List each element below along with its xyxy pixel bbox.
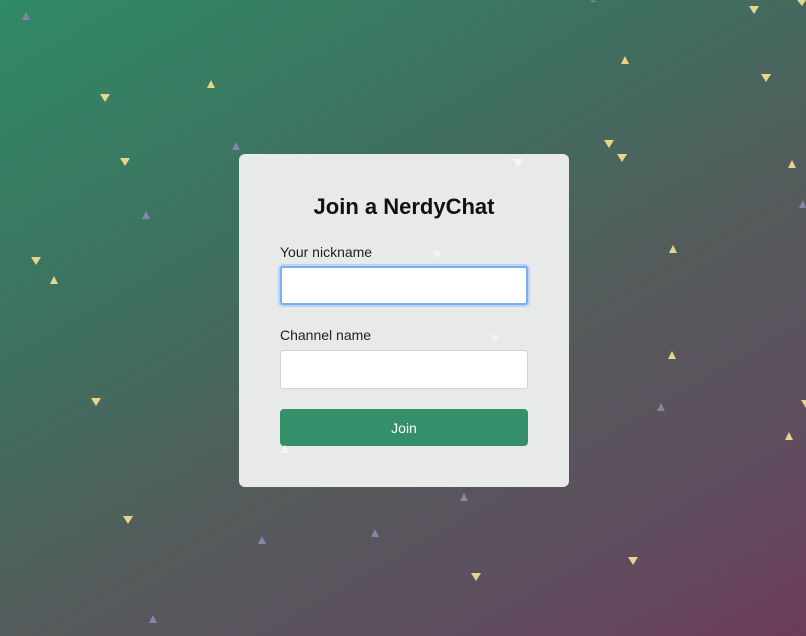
triangle-icon bbox=[232, 142, 240, 150]
triangle-icon bbox=[669, 245, 677, 253]
channel-label: Channel name bbox=[280, 327, 372, 343]
triangle-icon bbox=[617, 154, 627, 162]
triangle-icon bbox=[281, 445, 289, 453]
triangle-icon bbox=[371, 529, 379, 537]
page-title: Join a NerdyChat bbox=[313, 194, 495, 219]
triangle-icon bbox=[628, 557, 638, 565]
triangle-icon bbox=[589, 0, 597, 2]
triangle-icon bbox=[31, 257, 41, 265]
triangle-icon bbox=[657, 403, 665, 411]
join-card: Join a NerdyChat Your nickname Channel n… bbox=[239, 154, 569, 487]
triangle-icon bbox=[123, 516, 133, 524]
triangle-icon bbox=[142, 211, 150, 219]
triangle-icon bbox=[149, 615, 157, 623]
triangle-icon bbox=[801, 400, 806, 408]
join-button[interactable]: Join bbox=[280, 409, 528, 446]
triangle-icon bbox=[785, 432, 793, 440]
triangle-icon bbox=[621, 56, 629, 64]
triangle-icon bbox=[120, 158, 130, 166]
triangle-icon bbox=[799, 200, 806, 208]
nickname-input[interactable] bbox=[280, 266, 528, 305]
triangle-icon bbox=[749, 6, 759, 14]
triangle-icon bbox=[788, 160, 796, 168]
nickname-label: Your nickname bbox=[280, 244, 373, 260]
triangle-icon bbox=[100, 94, 110, 102]
triangle-icon bbox=[460, 493, 468, 501]
channel-input[interactable] bbox=[280, 350, 528, 389]
triangle-icon bbox=[490, 335, 500, 343]
triangle-icon bbox=[761, 74, 771, 82]
triangle-icon bbox=[22, 12, 30, 20]
triangle-icon bbox=[258, 536, 266, 544]
triangle-icon bbox=[91, 398, 101, 406]
triangle-icon bbox=[513, 159, 523, 167]
triangle-icon bbox=[50, 276, 58, 284]
triangle-icon bbox=[797, 0, 806, 6]
triangle-icon bbox=[471, 573, 481, 581]
triangle-icon bbox=[668, 351, 676, 359]
triangle-icon bbox=[604, 140, 614, 148]
triangle-icon bbox=[432, 251, 442, 259]
triangle-icon bbox=[207, 80, 215, 88]
